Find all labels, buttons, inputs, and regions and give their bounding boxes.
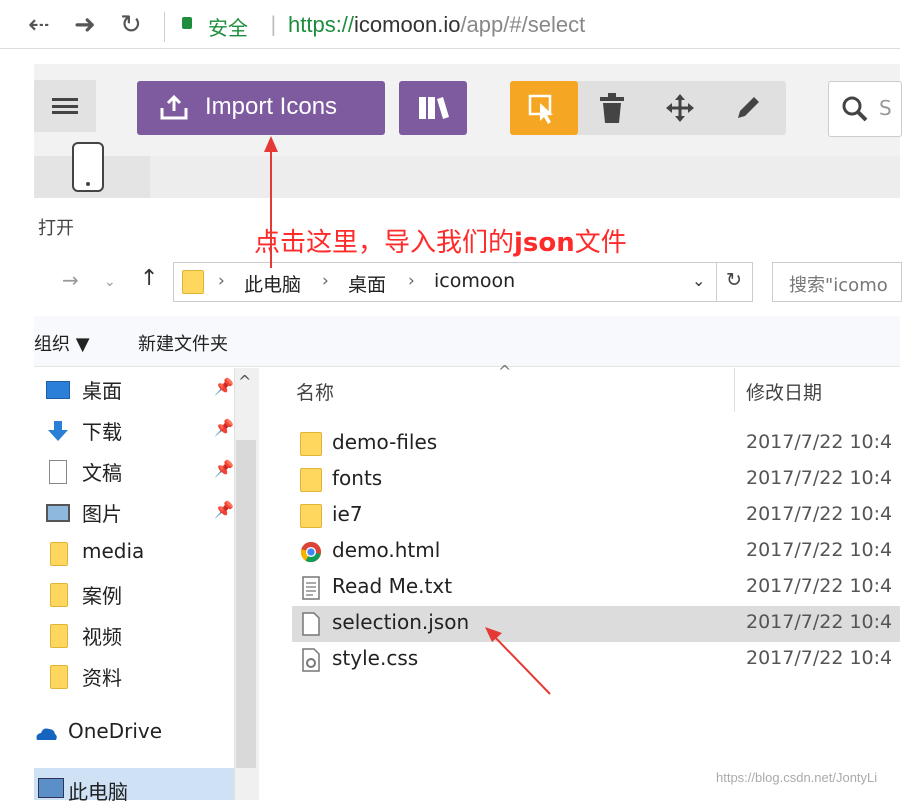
annotation-arrows <box>264 136 551 695</box>
watermark: https://blog.csdn.net/JontyLi <box>716 770 878 785</box>
annotation-arrow-up <box>264 136 278 268</box>
annotation-arrow-selection <box>485 627 551 695</box>
